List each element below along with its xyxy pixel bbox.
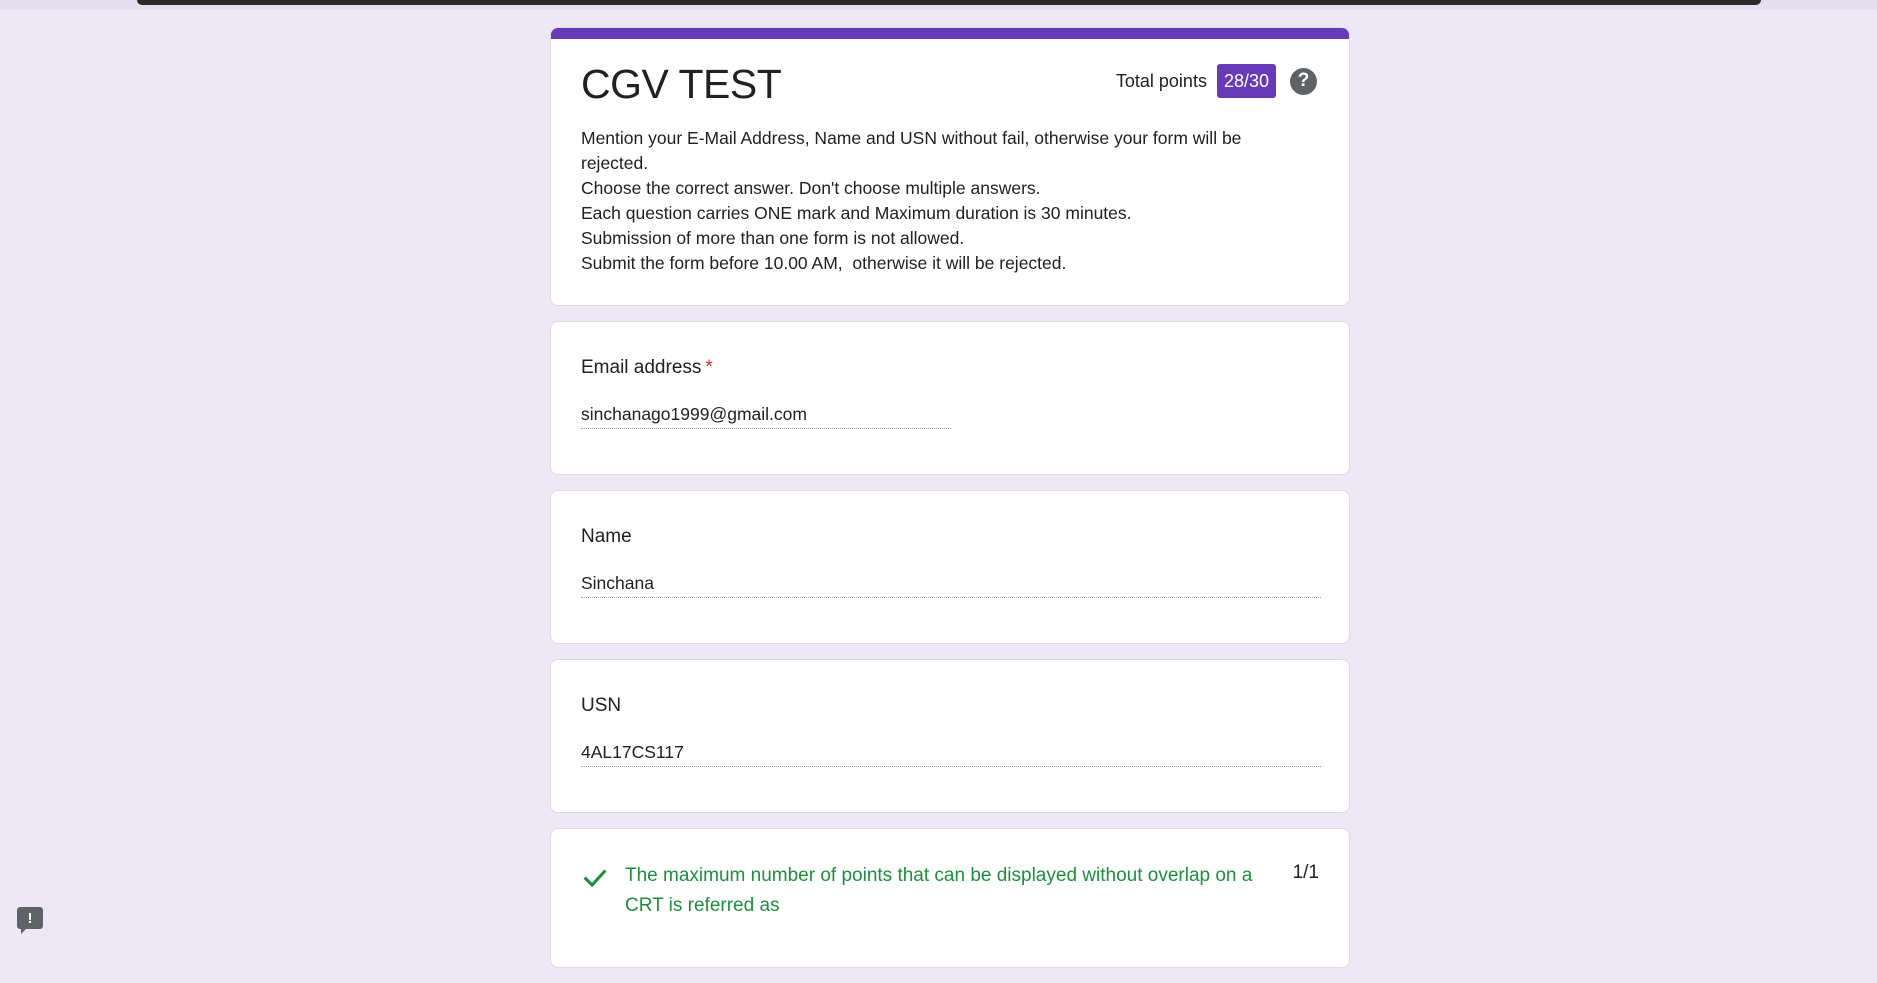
quiz-question-text: The maximum number of points that can be… — [625, 865, 1253, 916]
form-header-card: CGV TEST Total points 28/30 ? Mention yo… — [550, 27, 1350, 306]
check-icon — [583, 869, 607, 888]
browser-top-edge — [0, 0, 1877, 10]
form-description: Mention your E-Mail Address, Name and US… — [581, 126, 1301, 276]
description-line: Mention your E-Mail Address, Name and US… — [581, 128, 1247, 173]
feedback-icon[interactable]: ! — [17, 907, 43, 934]
question-card-name: Name Sinchana — [550, 490, 1350, 644]
question-card-email: Email address * sinchanago1999@gmail.com — [550, 321, 1350, 475]
total-points: Total points 28/30 ? — [1116, 64, 1317, 98]
question-label: Email address — [581, 357, 702, 378]
question-title: USN — [581, 695, 622, 716]
total-points-label: Total points — [1115, 70, 1207, 91]
form-title: CGV TEST — [581, 61, 782, 107]
description-line: Submission of more than one form is not … — [581, 228, 965, 248]
help-icon[interactable]: ? — [1290, 67, 1317, 95]
header-accent-stripe — [551, 28, 1349, 39]
browser-toolbar-strip — [137, 0, 1761, 5]
quiz-score: 1/1 — [1292, 862, 1319, 883]
email-answer: sinchanago1999@gmail.com — [581, 404, 951, 429]
question-card-quiz1: The maximum number of points that can be… — [550, 828, 1350, 968]
usn-answer: 4AL17CS117 — [581, 742, 1321, 767]
description-line: Each question carries ONE mark and Maxim… — [581, 203, 1132, 223]
required-marker: * — [705, 357, 713, 378]
question-title: Email address * — [581, 357, 713, 379]
total-points-badge: 28/30 — [1216, 64, 1276, 98]
form-container: CGV TEST Total points 28/30 ? Mention yo… — [550, 27, 1350, 983]
description-line: Submit the form before 10.00 AM, otherwi… — [581, 253, 1067, 273]
question-card-usn: USN 4AL17CS117 — [550, 659, 1350, 813]
name-answer: Sinchana — [581, 573, 1321, 598]
description-line: Choose the correct answer. Don't choose … — [581, 178, 1041, 198]
question-title: Name — [581, 526, 632, 547]
